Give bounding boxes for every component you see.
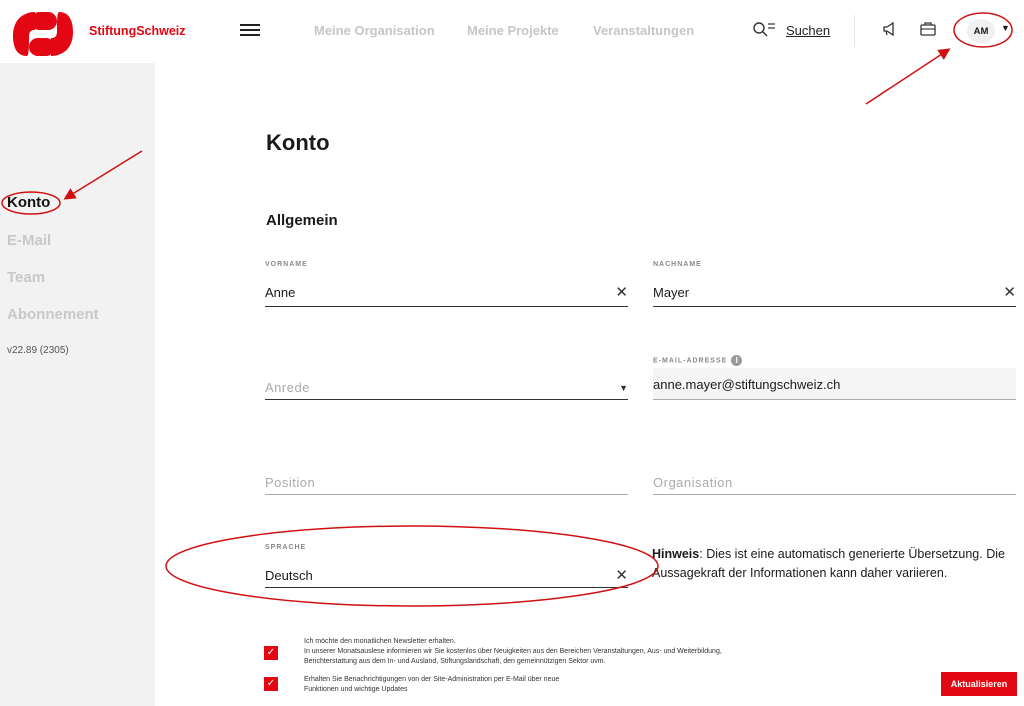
sidebar-item-konto[interactable]: Konto — [7, 194, 50, 211]
megaphone-icon[interactable] — [881, 20, 899, 38]
notifications-checkbox[interactable]: ✓ — [264, 677, 278, 691]
logo-area[interactable]: StiftungSchweiz — [0, 0, 200, 63]
position-field[interactable]: Position — [265, 470, 628, 495]
vorname-label: VORNAME — [265, 261, 308, 268]
header-divider — [854, 15, 855, 47]
organisation-placeholder: Organisation — [653, 475, 733, 490]
newsletter-description: In unserer Monatsauslese informieren wir… — [304, 648, 722, 665]
nav-veranstaltungen[interactable]: Veranstaltungen — [593, 23, 694, 38]
newsletter-checkbox[interactable]: ✓ — [264, 646, 278, 660]
hint-text: : Dies ist eine automatisch generierte Ü… — [652, 547, 1005, 580]
sidebar-item-abonnement[interactable]: Abonnement — [7, 306, 99, 323]
translation-hint: Hinweis: Dies ist eine automatisch gener… — [652, 545, 1022, 583]
page-title: Konto — [266, 130, 330, 155]
sidebar-item-team[interactable]: Team — [7, 269, 45, 286]
email-field: E-MAIL-ADRESSE i anne.mayer@stiftungschwe… — [653, 355, 1016, 400]
brand-name: StiftungSchweiz — [89, 24, 186, 38]
email-label: E-MAIL-ADRESSE i — [653, 355, 743, 366]
sprache-value[interactable]: Deutsch — [265, 568, 313, 583]
position-placeholder: Position — [265, 475, 316, 490]
clear-icon[interactable]: ✕ — [1003, 283, 1016, 301]
sidebar — [0, 63, 155, 706]
sidebar-item-email[interactable]: E-Mail — [7, 232, 51, 249]
nachname-value[interactable]: Mayer — [653, 285, 689, 300]
nav-meine-organisation[interactable]: Meine Organisation — [314, 23, 435, 38]
briefcase-icon[interactable] — [919, 20, 937, 38]
anrede-select[interactable]: Anrede ▼ — [265, 375, 628, 400]
nachname-field[interactable]: NACHNAME Mayer ✕ — [653, 261, 1016, 307]
anrede-placeholder: Anrede — [265, 380, 310, 395]
email-value: anne.mayer@stiftungschweiz.ch — [653, 377, 841, 392]
sprache-label: SPRACHE — [265, 544, 307, 551]
version-label: v22.89 (2305) — [7, 345, 69, 356]
update-button[interactable]: Aktualisieren — [941, 672, 1017, 696]
brand-logo-icon — [13, 12, 73, 56]
search-link[interactable]: Suchen — [786, 23, 830, 38]
organisation-field[interactable]: Organisation — [653, 470, 1016, 495]
chevron-down-icon[interactable]: ▼ — [619, 383, 628, 393]
section-title: Allgemein — [266, 212, 338, 229]
vorname-value[interactable]: Anne — [265, 285, 295, 300]
newsletter-text: Ich möchte den monatlichen Newsletter er… — [304, 637, 744, 667]
newsletter-title: Ich möchte den monatlichen Newsletter er… — [304, 638, 456, 645]
search-icon[interactable] — [752, 21, 778, 39]
nachname-label: NACHNAME — [653, 261, 702, 268]
menu-icon[interactable] — [240, 24, 260, 38]
vorname-field[interactable]: VORNAME Anne ✕ — [265, 261, 628, 307]
user-menu[interactable]: AM ▼ — [961, 17, 1013, 45]
nav-meine-projekte[interactable]: Meine Projekte — [467, 23, 559, 38]
notifications-text: Erhalten Sie Benachrichtigungen von der … — [304, 676, 560, 693]
hint-bold: Hinweis — [652, 547, 700, 561]
info-icon[interactable]: i — [731, 355, 743, 366]
sprache-field[interactable]: SPRACHE Deutsch ✕ — [265, 544, 628, 588]
chevron-down-icon[interactable]: ▼ — [1001, 23, 1010, 33]
clear-icon[interactable]: ✕ — [615, 566, 628, 584]
avatar[interactable]: AM — [967, 19, 995, 43]
clear-icon[interactable]: ✕ — [615, 283, 628, 301]
